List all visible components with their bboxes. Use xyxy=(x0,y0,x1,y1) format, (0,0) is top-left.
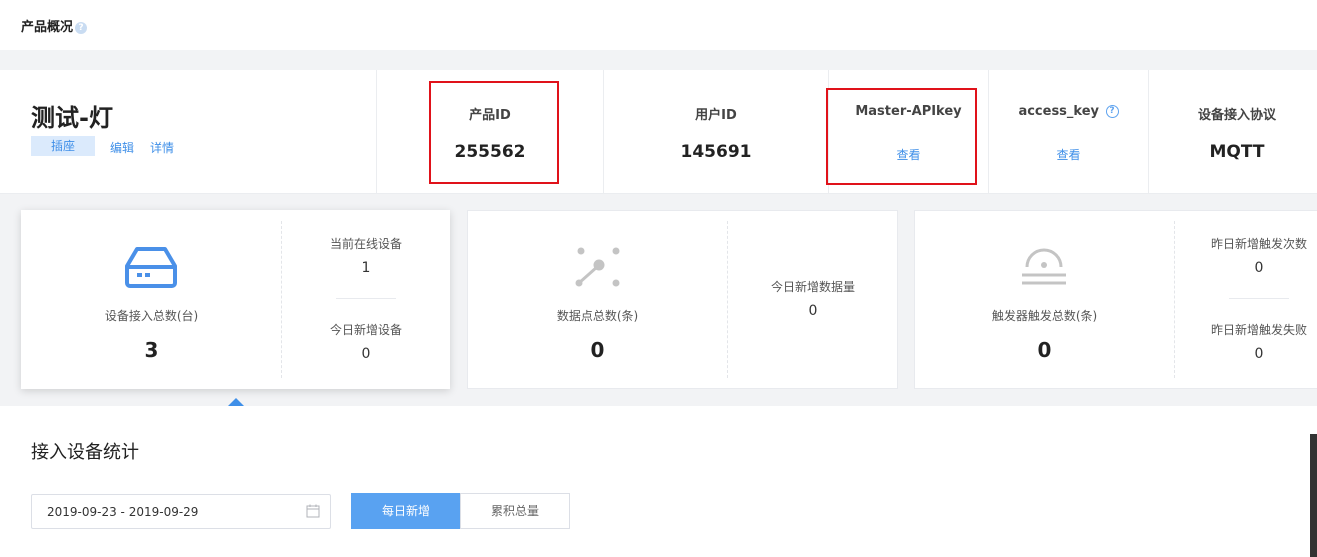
new-devices-today-label: 今日新增设备 xyxy=(329,323,402,337)
online-devices-value: 1 xyxy=(361,260,371,276)
access-key-help-icon[interactable]: ? xyxy=(1105,105,1119,118)
date-range-picker[interactable]: 2019-09-23 - 2019-09-29 xyxy=(31,494,331,529)
datapoint-total-value: 0 xyxy=(590,338,605,362)
card-divider xyxy=(727,221,728,378)
online-devices-label: 当前在线设备 xyxy=(329,237,402,251)
page-title: 产品概况? xyxy=(21,16,88,35)
device-total-value: 3 xyxy=(144,338,159,362)
device-icon xyxy=(125,247,177,288)
user-id-label: 用户ID xyxy=(695,108,737,123)
access-key-label-wrap: access_key ? xyxy=(989,104,1148,119)
page-title-text: 产品概况 xyxy=(21,20,74,35)
device-total-label: 设备接入总数(台) xyxy=(104,309,199,323)
scrollbar[interactable] xyxy=(1310,434,1317,557)
detail-link[interactable]: 详情 xyxy=(150,139,174,156)
yesterday-triggers-label: 昨日新增触发次数 xyxy=(1210,237,1307,251)
master-apikey-highlight xyxy=(826,88,977,185)
access-key-label: access_key xyxy=(1018,104,1100,119)
user-id-cell: 用户ID 145691 xyxy=(603,70,828,194)
protocol-label: 设备接入协议 xyxy=(1197,108,1276,123)
access-key-view-link[interactable]: 查看 xyxy=(989,146,1148,163)
daily-new-toggle[interactable]: 每日新增 xyxy=(351,493,461,529)
product-category-tag: 插座 xyxy=(31,136,95,156)
datapoint-icon xyxy=(575,247,620,287)
active-card-pointer xyxy=(228,398,244,406)
sub-divider xyxy=(1229,298,1289,299)
datapoint-stats-card[interactable]: 数据点总数(条) 0 今日新增数据量 0 xyxy=(467,210,898,389)
new-devices-today-value: 0 xyxy=(361,346,371,362)
protocol-cell: 设备接入协议 MQTT xyxy=(1148,70,1317,194)
edit-link[interactable]: 编辑 xyxy=(110,139,134,156)
yesterday-triggers-value: 0 xyxy=(1254,260,1264,276)
product-info-bar: 测试-灯 插座 编辑 详情 产品ID 255562 用户ID 145691 Ma… xyxy=(0,70,1317,194)
product-id-highlight xyxy=(429,81,559,184)
new-data-today-value: 0 xyxy=(808,303,818,319)
user-id-value: 145691 xyxy=(680,142,752,162)
datapoint-total-label: 数据点总数(条) xyxy=(556,309,639,323)
new-data-today-label: 今日新增数据量 xyxy=(770,280,855,294)
cumulative-total-toggle[interactable]: 累积总量 xyxy=(460,493,570,529)
device-stats-card[interactable]: 设备接入总数(台) 3 当前在线设备 1 今日新增设备 0 xyxy=(21,210,450,389)
help-icon[interactable]: ? xyxy=(75,21,88,34)
yesterday-trigger-failures-label: 昨日新增触发失败 xyxy=(1210,323,1307,337)
sub-divider xyxy=(336,298,396,299)
section-gap xyxy=(0,50,1317,70)
section-title: 接入设备统计 xyxy=(31,442,139,463)
protocol-value: MQTT xyxy=(1209,142,1265,162)
yesterday-trigger-failures-value: 0 xyxy=(1254,346,1264,362)
date-range-value: 2019-09-23 - 2019-09-29 xyxy=(47,505,199,519)
trigger-stats-card[interactable]: 触发器触发总数(条) 0 昨日新增触发次数 0 昨日新增触发失败 0 xyxy=(914,210,1317,389)
trigger-icon xyxy=(1022,248,1066,285)
access-key-cell: access_key ? 查看 xyxy=(988,70,1148,194)
calendar-icon[interactable] xyxy=(306,504,320,518)
product-name: 测试-灯 xyxy=(31,104,113,132)
trigger-total-value: 0 xyxy=(1037,338,1052,362)
top-bar: 产品概况? xyxy=(0,0,1317,50)
trigger-total-label: 触发器触发总数(条) xyxy=(991,309,1098,323)
